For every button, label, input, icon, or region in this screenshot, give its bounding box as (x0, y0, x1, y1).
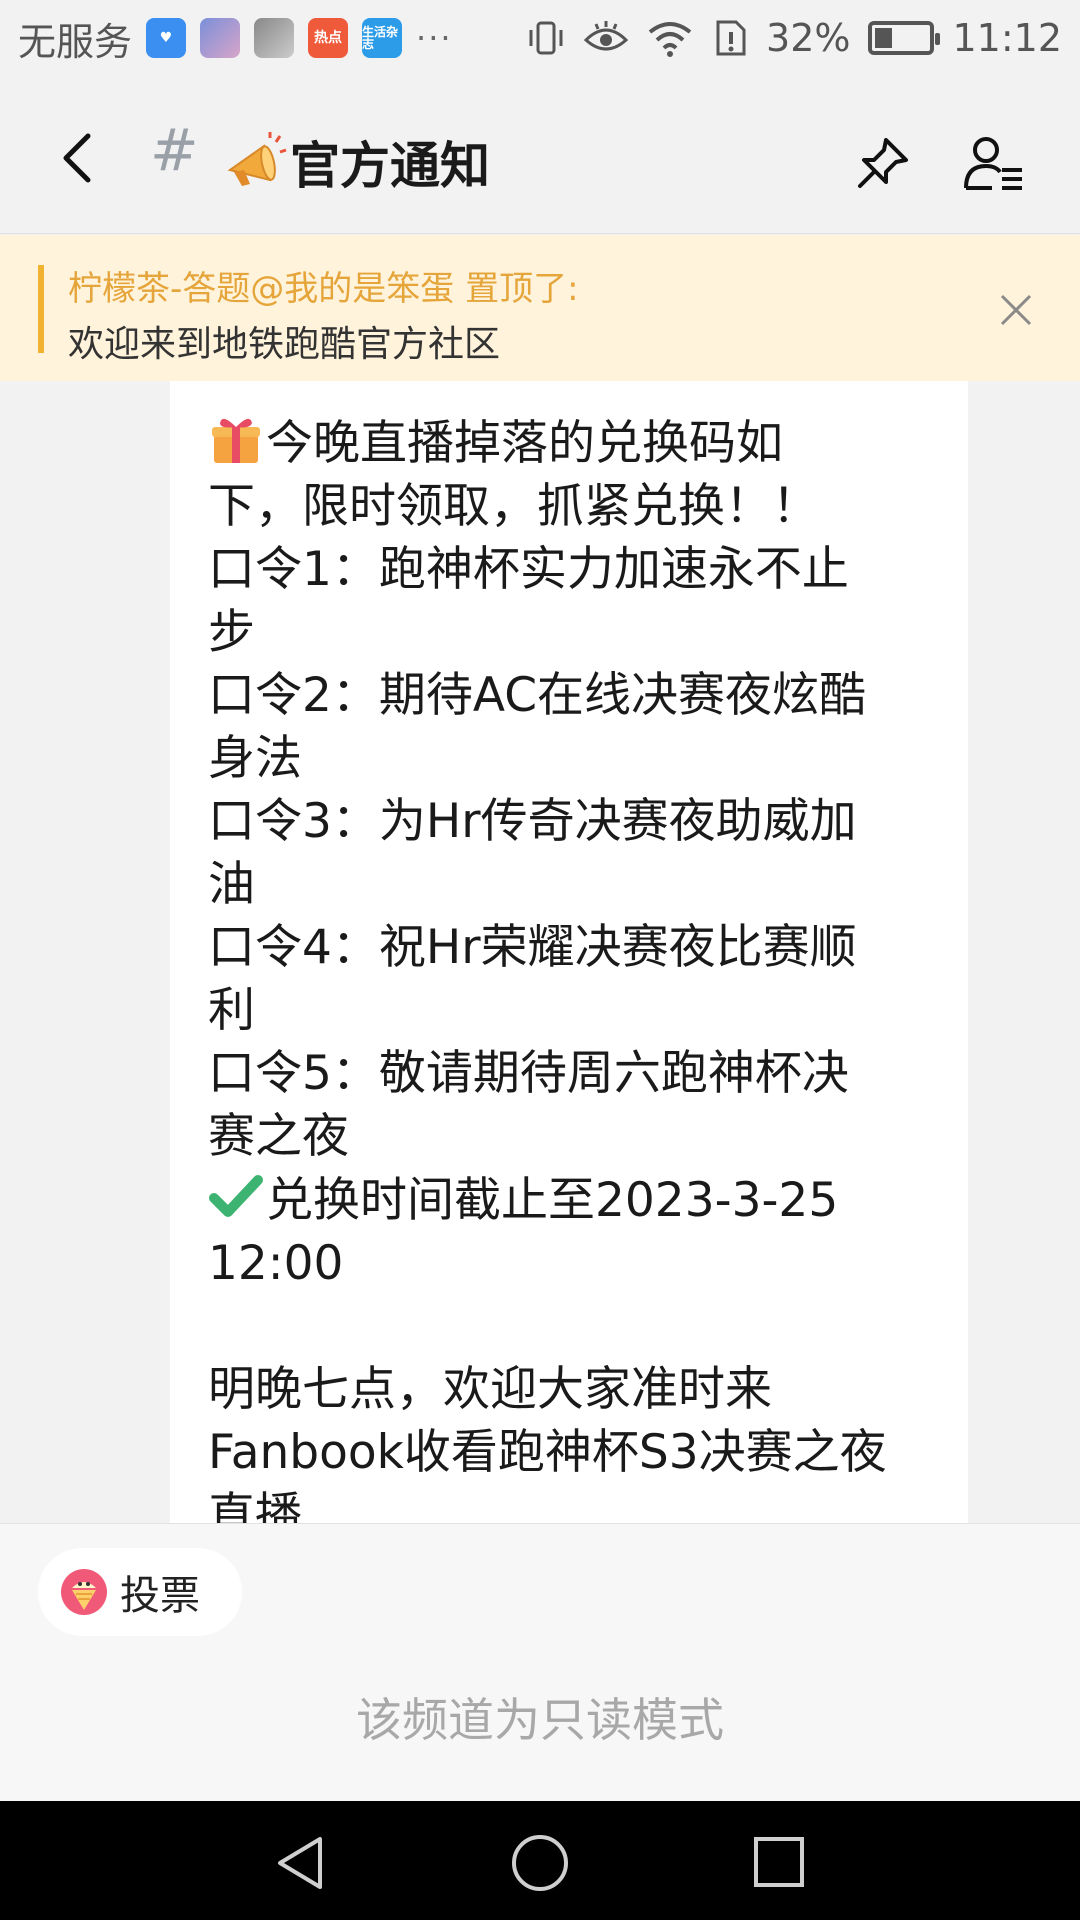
vote-icon (61, 1569, 107, 1615)
message-line: Fanbook收看跑神杯S3决赛之夜 (208, 1425, 887, 1480)
message-line: 12:00 (208, 1236, 344, 1291)
carrier-label: 无服务 (18, 19, 133, 64)
message-line: 今晚直播掉落的兑换码如 (208, 411, 930, 475)
message-line: 直播 (208, 1488, 302, 1523)
close-icon[interactable] (994, 288, 1038, 332)
hot-news-icon: 热点 (308, 18, 349, 58)
channel-hash-icon: # (150, 116, 199, 184)
health-app-icon: ♥ (146, 18, 187, 58)
back-arrow-icon[interactable] (50, 128, 110, 188)
message-card: 今晚直播掉落的兑换码如 下，限时领取，抓紧兑换！！ 口令1：跑神杯实力加速永不止… (170, 381, 968, 1523)
message-line: 口令4：祝Hr荣耀决赛夜比赛顺 (208, 920, 857, 975)
wifi-icon (648, 22, 692, 57)
pinned-by-label: 柠檬茶-答题@我的是笨蛋 置顶了: (68, 269, 579, 309)
nav-home-icon[interactable] (510, 1833, 570, 1893)
message-line: 利 (208, 983, 255, 1038)
gift-emoji-icon (212, 418, 260, 463)
pinned-message-text: 欢迎来到地铁跑酷官方社区 (68, 324, 501, 365)
clock: 11:12 (952, 16, 1062, 60)
message-line: 口令1：跑神杯实力加速永不止 (208, 542, 849, 597)
check-mark-icon (209, 1175, 263, 1217)
message-line: 身法 (208, 731, 302, 786)
vote-button[interactable]: 投票 (38, 1548, 242, 1636)
vote-button-label: 投票 (120, 1573, 200, 1619)
message-line: 赛之夜 (208, 1109, 349, 1164)
message-line: 油 (208, 857, 255, 912)
message-line: 步 (208, 605, 255, 660)
battery-percent: 32% (766, 16, 851, 60)
more-notifications: ··· (416, 19, 453, 57)
eye-icon (584, 21, 629, 51)
pin-icon[interactable] (852, 134, 912, 194)
pinned-accent-bar (38, 265, 44, 353)
message-list[interactable]: 今晚直播掉落的兑换码如 下，限时领取，抓紧兑换！！ 口令1：跑神杯实力加速永不止… (0, 381, 1080, 1523)
message-line: 口令3：为Hr传奇决赛夜助威加 (208, 794, 857, 849)
game-app-icon (200, 18, 241, 58)
sim-alert-icon (716, 20, 746, 56)
message-line: 口令5：敬请期待周六跑神杯决 (208, 1046, 849, 1101)
game-app-icon-2 (254, 18, 295, 58)
system-nav-bar (0, 1801, 1080, 1920)
message-line: 明晚七点，欢迎大家准时来 (208, 1362, 772, 1417)
message-line: 兑换时间截止至2023-3-25 (208, 1168, 930, 1232)
megaphone-icon (227, 132, 287, 186)
channel-header: # 官方通知 (0, 76, 1080, 234)
status-bar: 无服务 ♥ 热点 生活杂志 ··· 32% 11:12 (0, 0, 1080, 76)
message-line: 下，限时领取，抓紧兑换！！ (208, 479, 819, 534)
pinned-message-banner[interactable]: 柠檬茶-答题@我的是笨蛋 置顶了: 欢迎来到地铁跑酷官方社区 (0, 235, 1080, 381)
bottom-bar: 投票 该频道为只读模式 (0, 1523, 1080, 1801)
nav-back-icon[interactable] (272, 1833, 328, 1893)
battery-icon (868, 21, 941, 55)
nav-recent-apps-icon[interactable] (752, 1835, 806, 1889)
readonly-notice: 该频道为只读模式 (356, 1693, 724, 1747)
vibrate-icon (529, 21, 563, 55)
page-title: 官方通知 (290, 137, 490, 195)
life-magazine-icon: 生活杂志 (362, 18, 403, 58)
message-line: 口令2：期待AC在线决赛夜炫酷 (208, 668, 867, 723)
members-icon[interactable] (962, 134, 1026, 194)
